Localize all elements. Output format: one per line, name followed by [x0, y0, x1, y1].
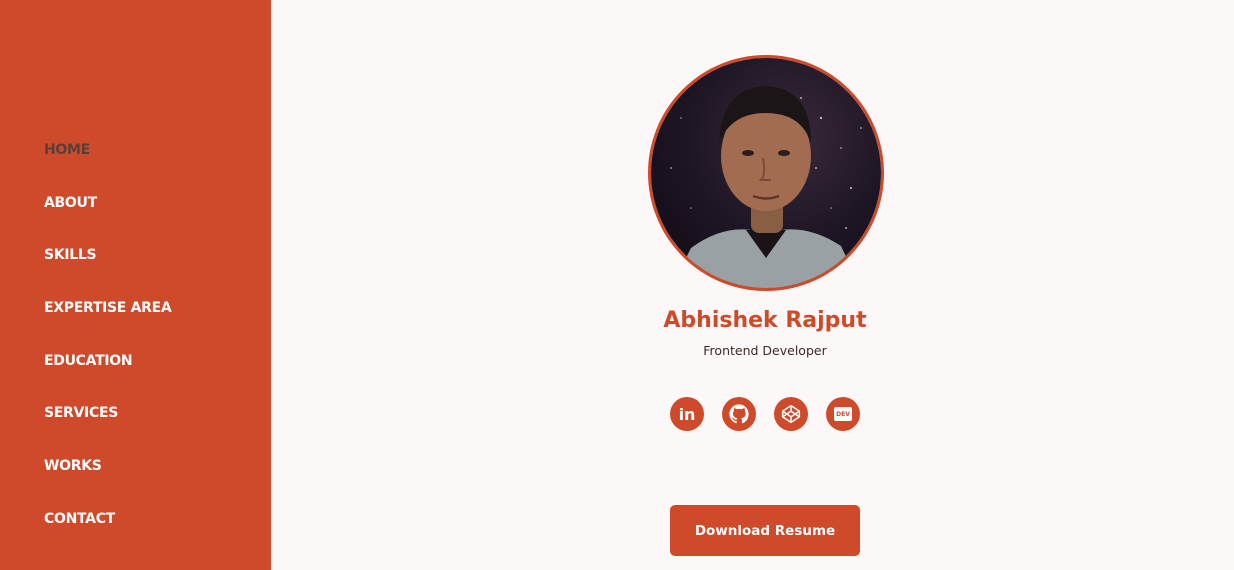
devto-link[interactable]: DEV	[826, 397, 860, 431]
nav-item-skills[interactable]: SKILLS	[44, 245, 171, 298]
download-resume-button[interactable]: Download Resume	[670, 505, 860, 556]
avatar-photo	[651, 58, 881, 288]
codepen-icon	[781, 404, 801, 424]
profile-role: Frontend Developer	[703, 343, 827, 358]
social-links: in DEV	[670, 397, 860, 431]
hero-section: Abhishek Rajput Frontend Developer in DE…	[271, 0, 1234, 570]
devto-icon: DEV	[834, 407, 852, 421]
github-link[interactable]	[722, 397, 756, 431]
linkedin-icon: in	[678, 404, 696, 424]
nav-item-about[interactable]: ABOUT	[44, 193, 171, 246]
linkedin-link[interactable]: in	[670, 397, 704, 431]
nav-item-expertise-area[interactable]: EXPERTISE AREA	[44, 298, 172, 351]
nav-menu: HOME ABOUT SKILLS EXPERTISE AREA EDUCATI…	[44, 140, 172, 562]
github-icon	[729, 404, 749, 424]
nav-item-services[interactable]: SERVICES	[44, 403, 171, 456]
profile-name: Abhishek Rajput	[663, 308, 867, 333]
nav-item-works[interactable]: WORKS	[44, 456, 171, 509]
nav-item-education[interactable]: EDUCATION	[44, 351, 171, 404]
codepen-link[interactable]	[774, 397, 808, 431]
nav-item-contact[interactable]: CONTACT	[44, 509, 171, 562]
nav-item-home[interactable]: HOME	[44, 140, 171, 193]
profile-avatar	[648, 55, 884, 291]
sidebar: HOME ABOUT SKILLS EXPERTISE AREA EDUCATI…	[0, 0, 271, 570]
